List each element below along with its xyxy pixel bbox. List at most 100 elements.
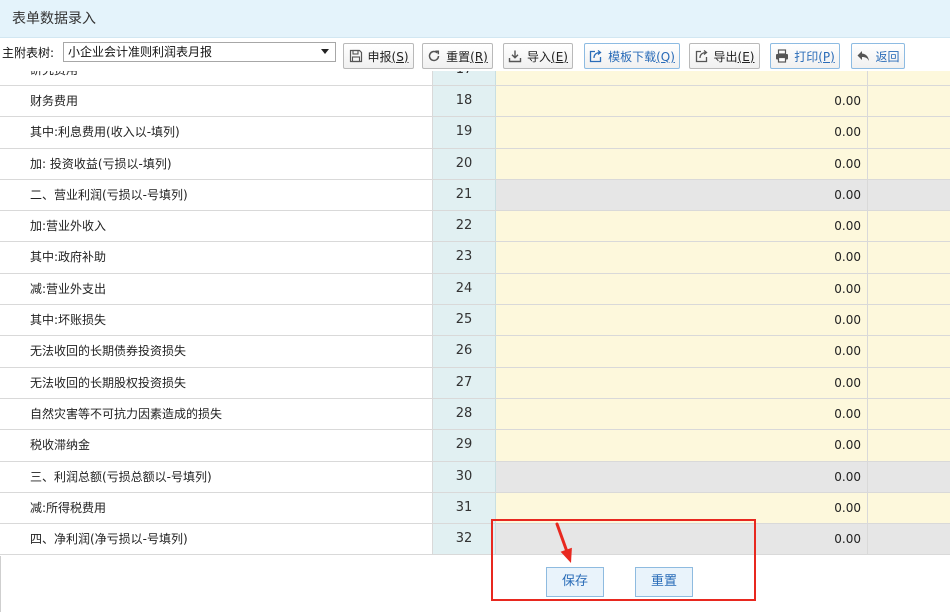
print-button[interactable]: 打印(P) (770, 43, 840, 69)
declare-button[interactable]: 申报(S) (343, 43, 414, 69)
amount-input-cell[interactable]: 0.00 (496, 367, 868, 398)
print-button-hotkey: (P) (818, 49, 835, 64)
row-extra-cell (868, 430, 950, 461)
save-icon (349, 49, 363, 63)
row-line-number: 28 (433, 398, 496, 430)
template-download-button-label: 模板下载(Q) (608, 48, 675, 65)
row-item-name: 二、营业利润(亏损以-号填列) (0, 179, 433, 211)
row-item-name: 三、利润总额(亏损总额以-号填列) (0, 461, 433, 492)
save-button[interactable]: 保存 (546, 567, 604, 597)
row-extra-cell (868, 492, 950, 524)
template-download-button-hotkey: (Q) (656, 49, 675, 64)
tree-select-label: 主附表树: (2, 46, 55, 60)
table-row: 无法收回的长期股权投资损失 27 0.00 (0, 367, 950, 399)
amount-input-cell[interactable]: 0.00 (496, 430, 868, 461)
row-extra-cell (868, 86, 950, 117)
page-title: 表单数据录入 (12, 11, 96, 27)
table-row: 其中:政府补助 23 0.00 (0, 242, 950, 274)
template-download-button[interactable]: 模板下载(Q) (584, 43, 680, 69)
row-extra-cell (868, 117, 950, 148)
row-item-name: 四、净利润(净亏损以-号填列) (0, 524, 433, 555)
template-download-icon (589, 49, 603, 63)
back-button-label: 返回 (875, 48, 899, 65)
amount-input-cell[interactable]: 0.00 (496, 336, 868, 367)
export-button[interactable]: 导出(E) (689, 43, 760, 69)
amount-input-cell[interactable]: 0.00 (496, 86, 868, 117)
amount-input-cell[interactable]: 0.00 (496, 117, 868, 148)
amount-input-cell[interactable]: 0.00 (496, 273, 868, 305)
row-line-number: 18 (433, 86, 496, 117)
back-button[interactable]: 返回 (851, 43, 905, 69)
table-row: 研究费用17 (0, 71, 950, 86)
table-row: 三、利润总额(亏损总额以-号填列) 30 0.00 (0, 461, 950, 493)
row-line-number: 21 (433, 179, 496, 211)
row-line-number: 19 (433, 117, 496, 148)
declare-button-hotkey: (S) (391, 49, 409, 64)
import-button-label: 导入(E) (527, 48, 568, 65)
row-item-name: 其中:坏账损失 (0, 305, 433, 336)
row-extra-cell (868, 367, 950, 398)
template-download-button-text: 模板下载 (608, 49, 657, 64)
form-tree-select-value: 小企业会计准则利润表月报 (68, 45, 213, 59)
table-row: 四、净利润(净亏损以-号填列) 32 0.00 (0, 524, 950, 556)
row-item-name: 其中:政府补助 (0, 242, 433, 273)
row-line-number: 26 (433, 336, 496, 367)
row-item-name: 税收滞纳金 (0, 430, 433, 461)
row-line-number: 22 (433, 211, 496, 242)
chevron-down-icon[interactable] (321, 49, 329, 54)
table-row: 减:营业外支出 24 0.00 (0, 273, 950, 306)
row-extra-cell (868, 242, 950, 273)
amount-input-cell[interactable]: 0.00 (496, 211, 868, 242)
export-button-hotkey: (E) (737, 49, 755, 64)
row-line-number: 32 (433, 524, 496, 555)
declare-button-label: 申报(S) (368, 48, 409, 65)
row-item-name: 加: 投资收益(亏损以-填列) (0, 148, 433, 179)
reset-toolbar-button-text: 重置 (446, 49, 471, 64)
amount-input-cell[interactable]: 0.00 (496, 148, 868, 179)
amount-computed-cell: 0.00 (496, 461, 868, 492)
row-line-number: 31 (433, 492, 496, 524)
row-item-name: 减:营业外支出 (0, 273, 433, 305)
row-extra-cell (868, 524, 950, 555)
row-extra-cell (868, 305, 950, 336)
row-line-number: 20 (433, 148, 496, 179)
reset-button[interactable]: 重置 (635, 567, 693, 597)
amount-input-cell[interactable]: 0.00 (496, 398, 868, 430)
export-icon (695, 49, 709, 63)
print-button-text: 打印 (794, 49, 819, 64)
amount-input-cell[interactable]: 0.00 (496, 305, 868, 336)
row-line-number: 17 (433, 71, 496, 85)
row-extra-cell (868, 461, 950, 492)
row-extra-cell (868, 273, 950, 305)
row-item-name: 无法收回的长期股权投资损失 (0, 367, 433, 398)
reset-toolbar-button[interactable]: 重置(R) (422, 43, 493, 69)
export-button-text: 导出 (713, 49, 738, 64)
row-extra-cell (868, 211, 950, 242)
reset-toolbar-button-hotkey: (R) (470, 49, 488, 64)
amount-input-cell[interactable] (496, 71, 868, 85)
table-row: 无法收回的长期债券投资损失 26 0.00 (0, 336, 950, 368)
table-row: 税收滞纳金 29 0.00 (0, 430, 950, 462)
income-statement-grid[interactable]: 研究费用17财务费用180.00其中:利息费用(收入以-填列)190.00加: … (0, 71, 950, 556)
form-tree-select[interactable]: 小企业会计准则利润表月报 (63, 42, 336, 62)
row-item-name: 减:所得税费用 (0, 492, 433, 524)
amount-computed-cell: 0.00 (496, 524, 868, 555)
row-item-name: 财务费用 (0, 86, 433, 117)
row-item-name: 无法收回的长期债券投资损失 (0, 336, 433, 367)
row-item-name: 自然灾害等不可抗力因素造成的损失 (0, 398, 433, 430)
amount-computed-cell: 0.00 (496, 179, 868, 211)
amount-input-cell[interactable]: 0.00 (496, 242, 868, 273)
refresh-icon (427, 49, 441, 63)
import-button[interactable]: 导入(E) (503, 43, 573, 69)
amount-input-cell[interactable]: 0.00 (496, 492, 868, 524)
row-line-number: 25 (433, 305, 496, 336)
title-bar: 表单数据录入 (0, 0, 950, 38)
import-icon (508, 49, 522, 63)
toolbar: 主附表树: 小企业会计准则利润表月报 申报(S) 重置(R) 导入(E) 模板下… (0, 38, 950, 71)
table-row: 其中:坏账损失 25 0.00 (0, 305, 950, 337)
grid-rows: 研究费用17财务费用180.00其中:利息费用(收入以-填列)190.00加: … (0, 71, 950, 556)
row-extra-cell (868, 179, 950, 211)
declare-button-text: 申报 (367, 49, 392, 64)
table-row: 加: 投资收益(亏损以-填列) 20 0.00 (0, 148, 950, 180)
row-extra-cell (868, 71, 950, 85)
